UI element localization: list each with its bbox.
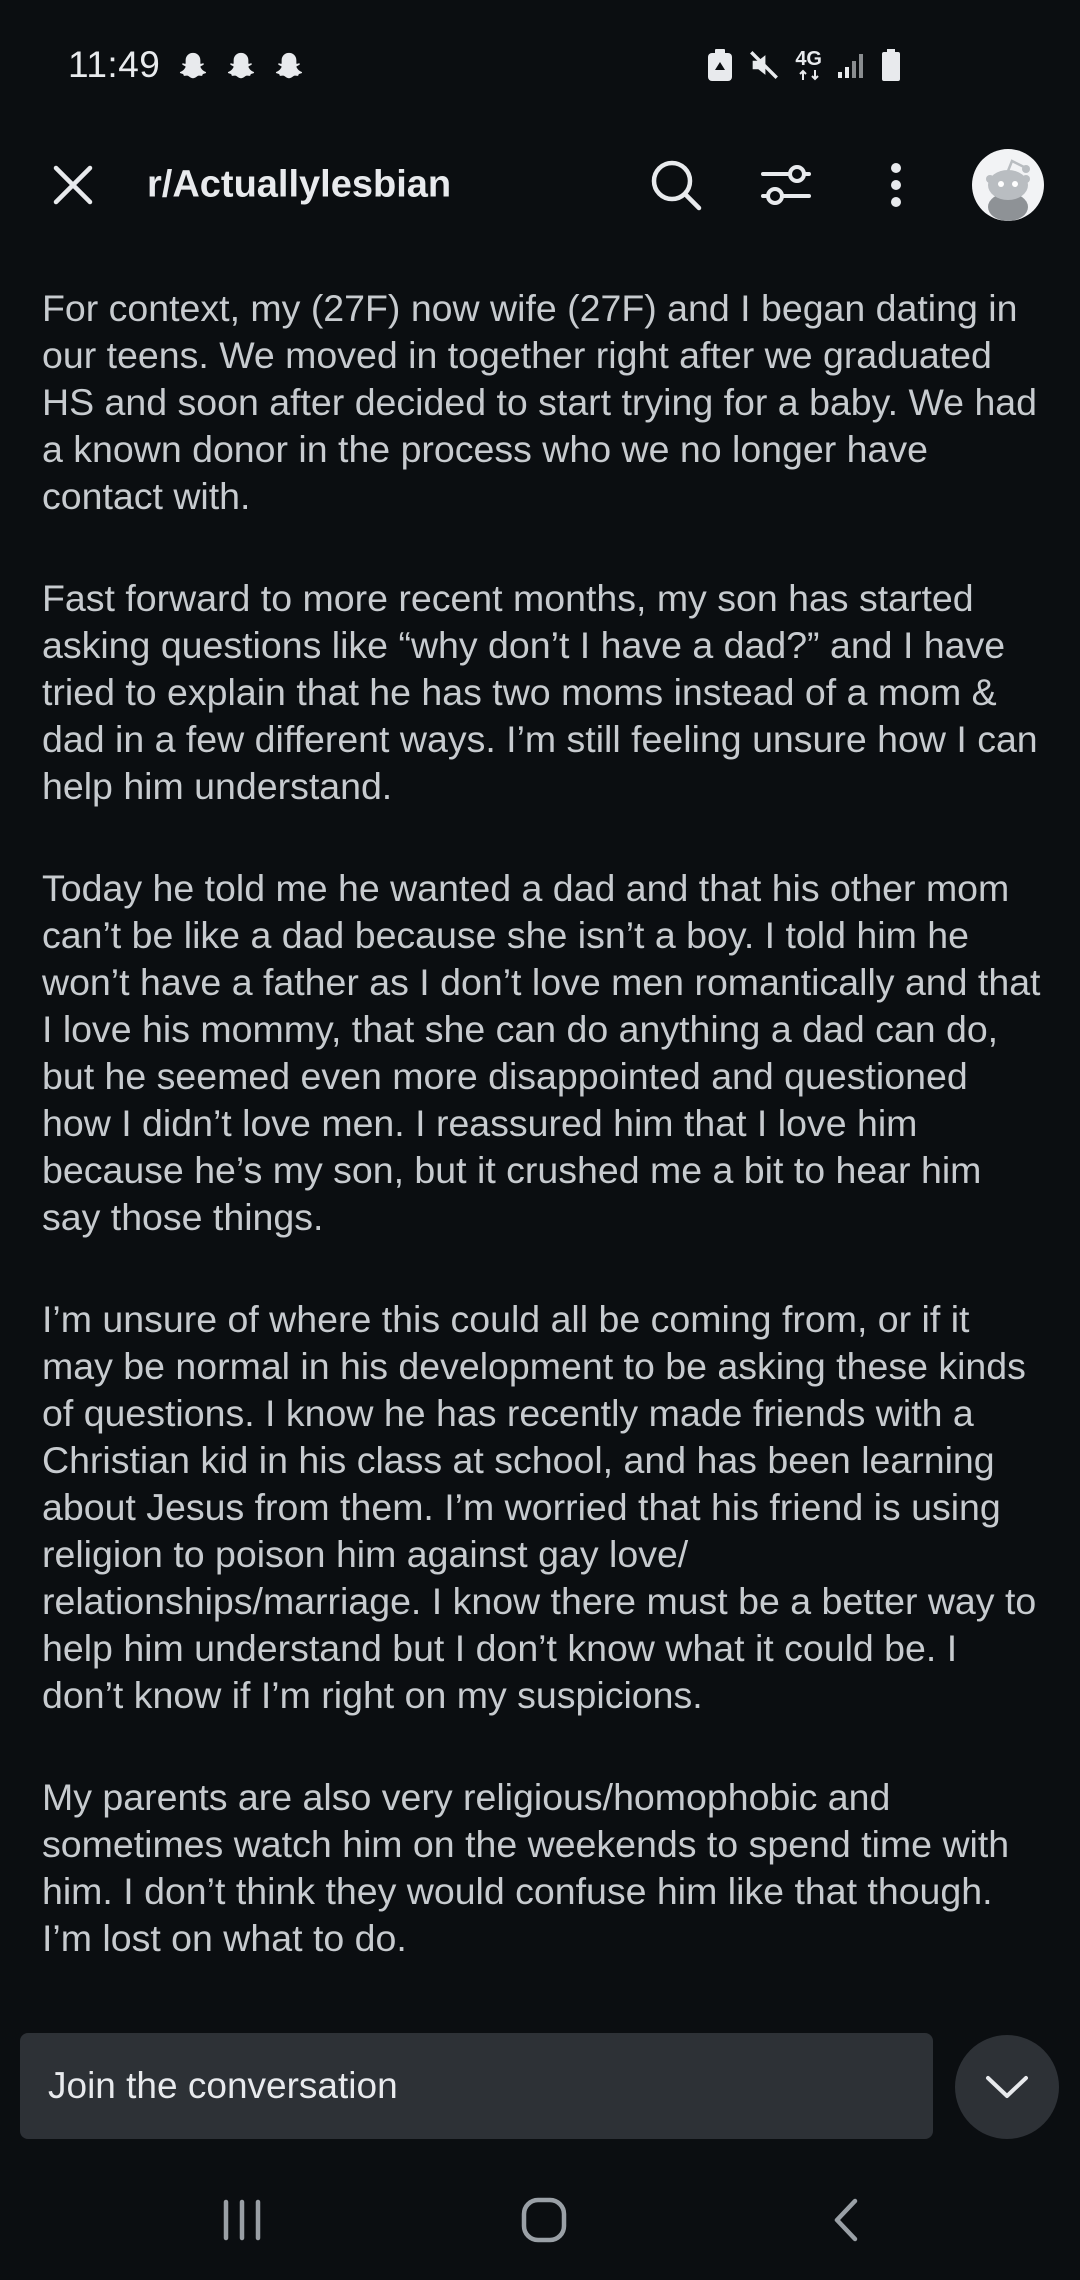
system-nav-bar: [0, 2160, 1080, 2280]
post-paragraph: Today he told me he wanted a dad and tha…: [42, 867, 1041, 1238]
chevron-down-icon: [986, 2076, 1028, 2098]
post-paragraph: I’m unsure of where this could all be co…: [42, 1298, 1037, 1716]
battery-icon: [880, 48, 902, 82]
signal-icon: [836, 50, 866, 80]
status-bar: 11:49 4G: [0, 0, 1080, 135]
recents-icon[interactable]: [219, 2197, 265, 2243]
comment-input-placeholder: Join the conversation: [48, 2065, 398, 2106]
app-bar: r/Actuallylesbian: [0, 135, 1080, 235]
post-body: For context, my (27F) now wife (27F) and…: [42, 285, 1042, 2017]
mute-icon: [747, 48, 781, 82]
more-vertical-icon[interactable]: [888, 161, 904, 209]
back-icon[interactable]: [829, 2195, 863, 2245]
comment-input[interactable]: Join the conversation: [20, 2033, 933, 2139]
recycle-icon: [707, 48, 733, 82]
post-paragraph: For context, my (27F) now wife (27F) and…: [42, 287, 1038, 517]
snapchat-icon: [224, 50, 258, 84]
notification-icons: [176, 50, 306, 84]
search-icon[interactable]: [648, 157, 704, 213]
scroll-down-button[interactable]: [955, 2035, 1059, 2139]
post-paragraph: My parents are also very religious/homop…: [42, 1776, 1010, 1959]
snapchat-icon: [272, 50, 306, 84]
status-time: 11:49: [68, 44, 161, 85]
sliders-icon[interactable]: [760, 161, 812, 209]
snapchat-icon: [176, 50, 210, 84]
status-icons: 4G: [707, 48, 902, 82]
subreddit-title[interactable]: r/Actuallylesbian: [147, 164, 451, 207]
home-icon[interactable]: [519, 2195, 569, 2245]
4g-icon: 4G: [795, 49, 822, 81]
close-icon[interactable]: [50, 162, 96, 208]
avatar[interactable]: [972, 149, 1044, 221]
reddit-avatar-icon: [986, 159, 1030, 221]
network-type: 4G: [795, 48, 822, 70]
post-paragraph: Fast forward to more recent months, my s…: [42, 577, 1038, 807]
